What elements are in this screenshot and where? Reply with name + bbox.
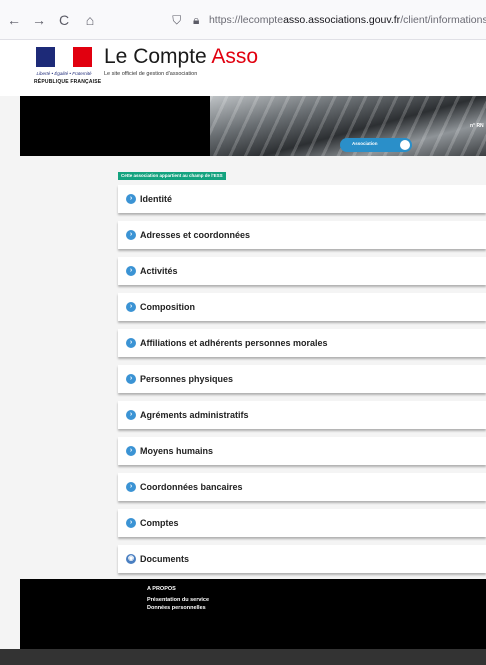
chevron-right-icon: › [126,374,136,384]
url-text[interactable]: https://lecompteasso.associations.gouv.f… [209,14,486,26]
rna-number-label: n° RN [470,123,484,129]
home-icon[interactable]: ⌂ [82,12,98,28]
toggle-knob [400,140,410,150]
section-agrements[interactable]: › Agréments administratifs [118,401,486,429]
section-label: Documents [140,554,190,564]
section-label: Personnes physiques [140,374,234,384]
section-activites[interactable]: › Activités [118,257,486,285]
section-coordonnees-bancaires[interactable]: › Coordonnées bancaires [118,473,486,501]
address-bar[interactable]: ⛉ 🔒︎ https://lecompteasso.associations.g… [170,6,486,34]
chevron-right-icon: › [126,266,136,276]
chevron-right-icon: › [126,302,136,312]
back-arrow-icon[interactable]: ← [6,12,22,28]
globe-icon: ◉ [126,554,136,564]
chevron-right-icon: › [126,338,136,348]
shield-icon[interactable]: ⛉ [170,13,183,27]
section-comptes[interactable]: › Comptes [118,509,486,537]
section-documents[interactable]: ◉ Documents [118,545,486,573]
toggle-label: Association [352,141,378,146]
footer-link-presentation[interactable]: Présentation du service [147,597,209,603]
site-header: Liberté • Égalité • Fraternité RÉPUBLIQU… [0,40,486,96]
section-label: Composition [140,302,195,312]
section-affiliations[interactable]: › Affiliations et adhérents personnes mo… [118,329,486,357]
republique-francaise-label: RÉPUBLIQUE FRANÇAISE [34,79,102,85]
section-composition[interactable]: › Composition [118,293,486,321]
chevron-right-icon: › [126,194,136,204]
section-label: Adresses et coordonnées [140,230,251,240]
footer-link-donnees[interactable]: Données personnelles [147,605,206,611]
republic-motto: Liberté • Égalité • Fraternité [36,71,92,76]
lock-icon[interactable]: 🔒︎ [189,13,202,27]
section-label: Comptes [140,518,179,528]
republique-francaise-logo[interactable]: Liberté • Égalité • Fraternité RÉPUBLIQU… [34,44,102,92]
section-personnes-physiques[interactable]: › Personnes physiques [118,365,486,393]
section-label: Affiliations et adhérents personnes mora… [140,338,328,348]
chevron-right-icon: › [126,230,136,240]
section-label: Moyens humains [140,446,214,456]
association-toggle[interactable]: Association [340,138,412,152]
chevron-right-icon: › [126,446,136,456]
hero-banner: Association [20,96,486,156]
section-label: Agréments administratifs [140,410,249,420]
ess-badge: Cette association appartient au champ de… [118,172,226,180]
section-identite[interactable]: › Identité [118,185,486,213]
chevron-right-icon: › [126,482,136,492]
forward-arrow-icon[interactable]: → [31,12,47,28]
section-label: Coordonnées bancaires [140,482,243,492]
section-label: Activités [140,266,178,276]
site-title[interactable]: Le Compte Asso [104,45,258,69]
chevron-right-icon: › [126,410,136,420]
section-moyens-humains[interactable]: › Moyens humains [118,437,486,465]
browser-toolbar: ← → C ⌂ ⛉ 🔒︎ https://lecompteasso.associ… [0,0,486,40]
marianne-flag-icon [36,47,93,67]
reload-icon[interactable]: C [56,12,72,28]
site-subtitle: Le site officiel de gestion d'associatio… [104,71,198,77]
footer-title: A PROPOS [147,586,176,592]
site-footer: A PROPOS Présentation du service Données… [20,579,486,649]
bottom-bar [0,649,486,665]
chevron-right-icon: › [126,518,136,528]
section-adresses[interactable]: › Adresses et coordonnées [118,221,486,249]
section-label: Identité [140,194,173,204]
